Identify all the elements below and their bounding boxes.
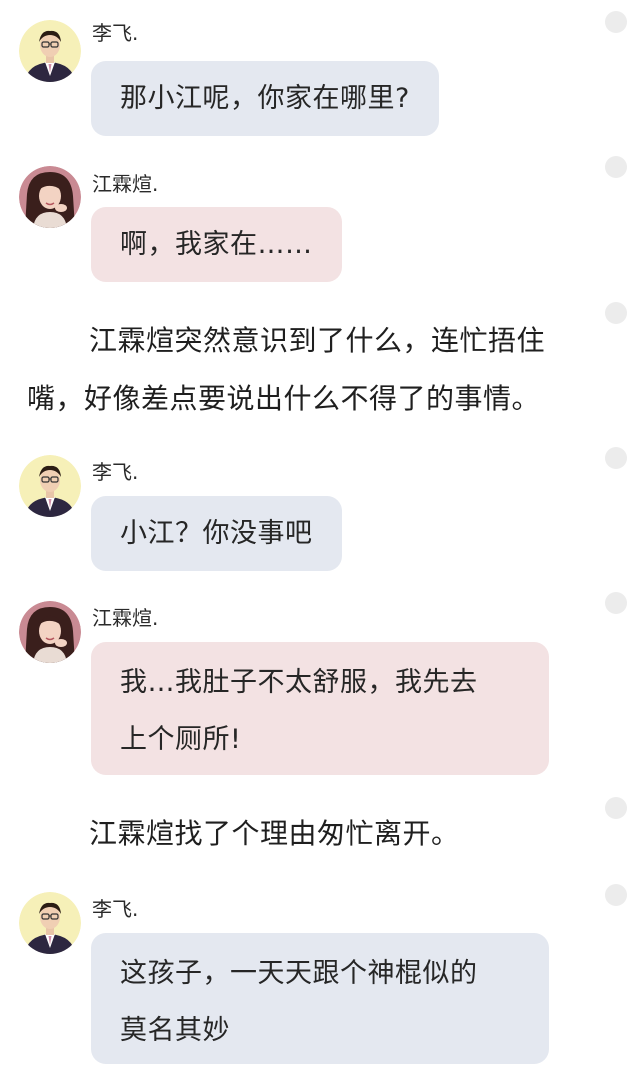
avatar-jiang[interactable] (19, 601, 81, 663)
narration-line: 嘴，好像差点要说出什么不得了的事情。 (27, 382, 541, 415)
man-avatar-icon (19, 20, 81, 82)
message-text: 啊，我家在…… (120, 229, 313, 260)
message-bubble[interactable]: 啊，我家在…… (91, 207, 342, 282)
sender-name: 李飞. (92, 897, 139, 921)
message-text: 那小江呢，你家在哪里? (120, 83, 410, 114)
avatar-jiang[interactable] (19, 166, 81, 228)
side-marker-dot[interactable] (605, 884, 627, 906)
side-marker-dot[interactable] (605, 11, 627, 33)
sender-name: 江霖煊. (92, 606, 159, 630)
message-text: 我…我肚子不太舒服，我先去 (120, 667, 478, 698)
man-avatar-icon (19, 455, 81, 517)
sender-name: 李飞. (92, 460, 139, 484)
avatar-lifei[interactable] (19, 892, 81, 954)
message-bubble[interactable]: 这孩子，一天天跟个神棍似的 莫名其妙 (91, 933, 549, 1064)
message-bubble[interactable]: 我…我肚子不太舒服，我先去 上个厕所! (91, 642, 549, 775)
avatar-lifei[interactable] (19, 20, 81, 82)
woman-avatar-icon (19, 166, 81, 228)
message-text: 这孩子，一天天跟个神棍似的 (120, 958, 478, 989)
side-marker-dot[interactable] (605, 302, 627, 324)
man-avatar-icon (19, 892, 81, 954)
message-text: 上个厕所! (120, 724, 242, 755)
sender-name: 李飞. (92, 21, 139, 45)
avatar-lifei[interactable] (19, 455, 81, 517)
woman-avatar-icon (19, 601, 81, 663)
side-marker-dot[interactable] (605, 592, 627, 614)
narration-line: 江霖煊突然意识到了什么，连忙捂住 (89, 324, 546, 357)
sender-name: 江霖煊. (92, 172, 159, 196)
message-text: 莫名其妙 (120, 1015, 230, 1046)
side-marker-dot[interactable] (605, 797, 627, 819)
narration-line: 江霖煊找了个理由匆忙离开。 (89, 817, 460, 850)
message-text: 小江？你没事吧 (120, 518, 313, 549)
side-marker-dot[interactable] (605, 447, 627, 469)
message-bubble[interactable]: 那小江呢，你家在哪里? (91, 61, 439, 136)
side-marker-dot[interactable] (605, 156, 627, 178)
message-bubble[interactable]: 小江？你没事吧 (91, 496, 342, 571)
